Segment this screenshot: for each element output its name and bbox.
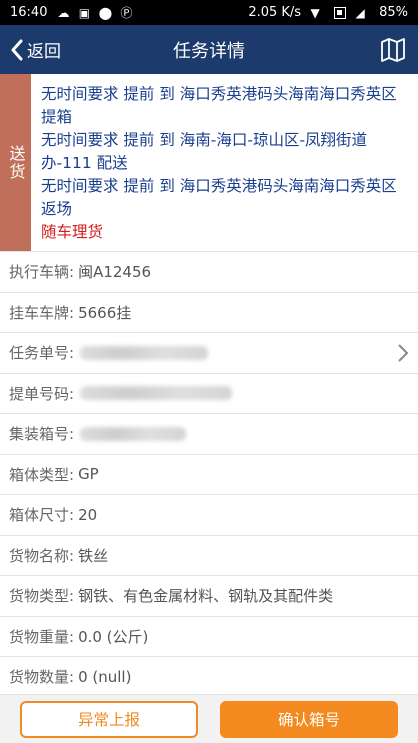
app-header: 返回 任务详情: [0, 25, 418, 74]
location-icon: ⬤: [98, 5, 113, 20]
row-bill-number: 提单号码:: [0, 373, 418, 414]
bill-number-redacted: [80, 386, 233, 401]
box-size-value: 20: [78, 505, 98, 524]
cargo-weight-label: 货物重量:: [9, 627, 75, 646]
task-number-label: 任务单号:: [9, 344, 75, 363]
task-type-label: 送货: [6, 144, 26, 181]
chevron-right-icon: [398, 344, 409, 362]
confirm-container-button[interactable]: 确认箱号: [220, 700, 398, 738]
row-cargo-quantity: 货物数量: 0 (null): [0, 657, 418, 698]
trailer-label: 挂车车牌:: [9, 303, 75, 322]
container-number-label: 集装箱号:: [9, 425, 75, 444]
row-box-type: 箱体类型: GP: [0, 454, 418, 495]
signal-icon: ◢: [355, 5, 365, 20]
map-icon[interactable]: [380, 37, 406, 63]
row-vehicle: 执行车辆: 闽A12456: [0, 252, 418, 293]
back-label: 返回: [27, 42, 61, 62]
row-cargo-weight: 货物重量: 0.0 (公斤): [0, 616, 418, 657]
bill-number-label: 提单号码:: [9, 384, 75, 403]
trailer-value: 5666挂: [78, 303, 132, 322]
back-button[interactable]: 返回: [10, 25, 61, 74]
task-note: 随车理货: [41, 223, 104, 241]
wifi-icon: ▼: [310, 5, 320, 20]
chevron-left-icon: [11, 39, 23, 60]
report-exception-button[interactable]: 异常上报: [20, 700, 198, 738]
notification-app-icon: ☁: [57, 5, 70, 20]
vehicle-value: 闽A12456: [78, 263, 152, 282]
row-cargo-name: 货物名称: 铁丝: [0, 535, 418, 576]
row-cargo-type: 货物类型: 钢铁、有色金属材料、钢轨及其配件类: [0, 576, 418, 617]
page-title: 任务详情: [173, 40, 245, 62]
status-right: 2.05 K/s ▼ ◢ 85%: [248, 5, 408, 21]
row-task-number[interactable]: 任务单号:: [0, 333, 418, 374]
app-screen: 16:40 ☁ ▣ ⬤ Ⓟ 2.05 K/s ▼ ◢ 85% 返回 任务详情 送…: [0, 0, 418, 743]
task-detail-list: 执行车辆: 闽A12456 挂车车牌: 5666挂 任务单号: 提单号码: 集装…: [0, 252, 418, 698]
route-line-return: 无时间要求 提前 到 海口秀英港码头海南海口秀英区 返场: [41, 177, 397, 218]
p-app-icon: Ⓟ: [120, 6, 133, 20]
network-speed: 2.05 K/s: [248, 5, 302, 20]
cargo-type-label: 货物类型:: [9, 587, 75, 606]
row-trailer: 挂车车牌: 5666挂: [0, 292, 418, 333]
battery-level: 85%: [379, 5, 408, 20]
status-bar: 16:40 ☁ ▣ ⬤ Ⓟ 2.05 K/s ▼ ◢ 85%: [0, 0, 418, 25]
cargo-weight-value: 0.0 (公斤): [78, 627, 149, 646]
cargo-type-value: 钢铁、有色金属材料、钢轨及其配件类: [78, 587, 334, 606]
box-type-label: 箱体类型:: [9, 465, 75, 484]
route-line-pickup: 无时间要求 提前 到 海口秀英港码头海南海口秀英区 提箱: [41, 85, 397, 126]
task-route-panel: 送货 无时间要求 提前 到 海口秀英港码头海南海口秀英区 提箱 无时间要求 提前…: [0, 74, 418, 252]
cargo-name-value: 铁丝: [78, 546, 109, 565]
action-bar: 异常上报 确认箱号: [0, 694, 418, 743]
cargo-quantity-label: 货物数量:: [9, 668, 75, 687]
row-container-number: 集装箱号:: [0, 414, 418, 455]
row-box-size: 箱体尺寸: 20: [0, 495, 418, 536]
box-size-label: 箱体尺寸:: [9, 506, 75, 525]
route-line-delivery: 无时间要求 提前 到 海南-海口-琼山区-凤翔街道办-111 配送: [41, 131, 368, 172]
no-sim-icon: [334, 6, 347, 19]
task-type-tag: 送货: [0, 74, 31, 251]
box-type-value: GP: [78, 465, 99, 484]
vehicle-label: 执行车辆:: [9, 263, 75, 282]
task-number-redacted: [80, 345, 209, 360]
status-time: 16:40: [10, 5, 48, 20]
task-route-lines: 无时间要求 提前 到 海口秀英港码头海南海口秀英区 提箱 无时间要求 提前 到 …: [31, 74, 418, 251]
container-number-redacted: [80, 426, 187, 441]
image-icon: ▣: [78, 5, 91, 20]
cargo-name-label: 货物名称:: [9, 546, 75, 565]
cargo-quantity-value: 0 (null): [78, 667, 132, 686]
